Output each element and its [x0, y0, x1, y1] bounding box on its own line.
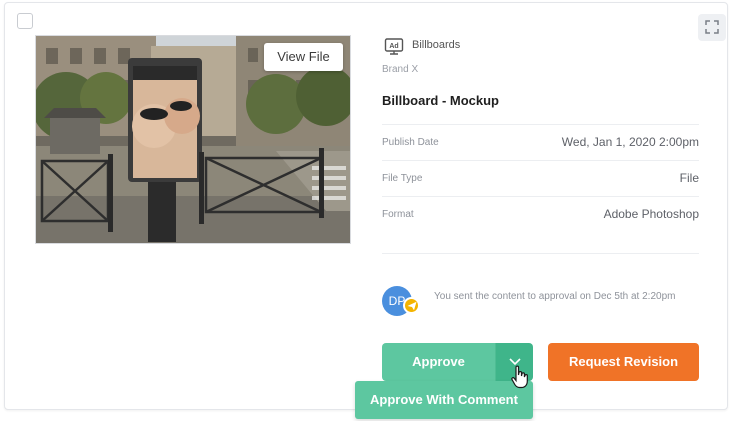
expand-icon: [705, 20, 719, 34]
field-value: Wed, Jan 1, 2020 2:00pm: [561, 135, 699, 149]
request-revision-button[interactable]: Request Revision: [548, 343, 699, 381]
field-label: File Type: [382, 173, 423, 184]
content-title: Billboard - Mockup: [382, 93, 499, 108]
paper-plane-icon: [407, 301, 417, 311]
select-checkbox[interactable]: [17, 13, 33, 29]
field-label: Publish Date: [382, 137, 439, 148]
approve-with-comment-option[interactable]: Approve With Comment: [355, 381, 533, 419]
field-value: File: [679, 171, 699, 185]
svg-text:Ad: Ad: [389, 43, 398, 50]
content-type-label: Billboards: [412, 39, 461, 51]
brand-name: Brand X: [382, 64, 419, 75]
field-publish-date: Publish Date Wed, Jan 1, 2020 2:00pm: [382, 124, 699, 160]
field-format: Format Adobe Photoshop: [382, 196, 699, 232]
field-label: Format: [382, 209, 414, 220]
field-file-type: File Type File: [382, 160, 699, 196]
expand-button[interactable]: [698, 14, 726, 41]
field-value: Adobe Photoshop: [603, 207, 699, 221]
view-file-button[interactable]: View File: [264, 43, 343, 71]
approve-button[interactable]: Approve: [382, 343, 495, 381]
hand-cursor-icon: [511, 365, 528, 389]
approval-status-message: You sent the content to approval on Dec …: [434, 291, 676, 302]
ad-icon: Ad: [384, 38, 404, 55]
send-badge: [403, 297, 420, 314]
divider: [382, 253, 699, 254]
